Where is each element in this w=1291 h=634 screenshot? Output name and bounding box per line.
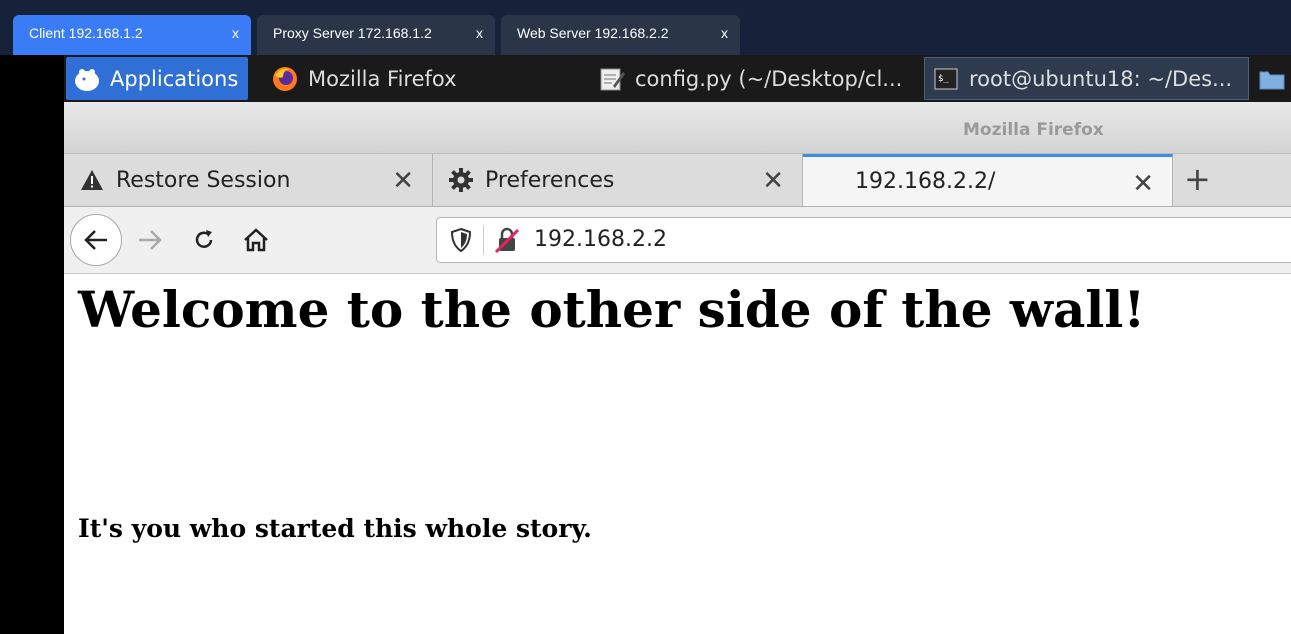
close-tab-icon[interactable]: ✕ [392,166,414,196]
close-icon[interactable]: x [476,25,483,41]
svg-text:$_: $_ [938,74,949,84]
close-tab-icon[interactable]: ✕ [1132,169,1154,199]
reload-icon [195,230,213,248]
firefox-icon [270,64,300,94]
url-text: 192.168.2.2 [534,227,667,252]
window-titlebar[interactable]: Mozilla Firefox [64,102,1291,154]
taskbar-item-label: root@ubuntu18: ~/Des... [969,66,1233,91]
new-tab-button[interactable]: + [1184,160,1211,198]
insecure-connection-icon[interactable] [493,226,521,254]
tab-label: 192.168.2.2/ [855,169,996,194]
xfce-logo-icon [72,64,102,94]
reload-button[interactable] [188,224,220,256]
tracking-protection-shield-icon[interactable] [449,227,473,253]
tab-preferences[interactable]: Preferences ✕ [433,154,803,206]
back-button[interactable] [70,214,122,266]
forward-button[interactable] [134,224,166,256]
remote-tab-proxy-server[interactable]: Proxy Server 172.168.1.2 x [257,15,495,55]
firefox-window: Mozilla Firefox Restore Session ✕ Prefer… [64,102,1291,634]
remote-tab-label: Proxy Server 172.168.1.2 [273,25,432,41]
taskbar-item-terminal[interactable]: $_ root@ubuntu18: ~/Des... [924,57,1249,100]
close-icon[interactable]: x [232,25,239,41]
page-heading: Welcome to the other side of the wall! [78,280,1146,339]
remote-tab-label: Client 192.168.1.2 [29,25,143,41]
tab-label: Restore Session [116,167,291,193]
applications-label: Applications [110,66,239,91]
close-icon[interactable]: x [721,25,728,41]
tab-label: Preferences [485,167,615,193]
browser-tab-strip: Restore Session ✕ Preferences ✕ 192.168.… [64,154,1291,207]
warning-icon [78,166,106,194]
page-subheading: It's you who started this whole story. [78,514,592,543]
text-editor-icon [597,64,627,94]
taskbar-item-file-manager[interactable] [1257,57,1291,100]
url-separator [483,225,484,255]
applications-menu-button[interactable]: Applications [66,57,248,100]
desktop-panel: Applications Mozilla Firefox config.py (… [64,55,1291,102]
terminal-icon: $_ [931,64,961,94]
remote-tab-client[interactable]: Client 192.168.1.2 x [13,15,251,55]
taskbar-item-label: config.py (~/Desktop/cl... [635,66,903,91]
home-button[interactable] [240,224,272,256]
folder-icon [1257,64,1287,94]
close-tab-icon[interactable]: ✕ [762,166,784,196]
taskbar-item-label: Mozilla Firefox [308,66,457,91]
gear-icon [447,166,475,194]
page-content: Welcome to the other side of the wall! I… [64,274,1291,634]
forward-arrow-icon [139,230,162,250]
home-icon [244,228,268,252]
taskbar-item-config-editor[interactable]: config.py (~/Desktop/cl... [597,57,917,100]
remote-tab-label: Web Server 192.168.2.2 [517,25,669,41]
back-arrow-icon [84,230,107,250]
navigation-toolbar: 192.168.2.2 [64,207,1291,274]
remote-session-tab-bar: Client 192.168.1.2 x Proxy Server 172.16… [0,0,1291,55]
tab-restore-session[interactable]: Restore Session ✕ [64,154,433,206]
remote-tab-web-server[interactable]: Web Server 192.168.2.2 x [501,15,740,55]
address-bar[interactable]: 192.168.2.2 [436,217,1291,263]
window-title: Mozilla Firefox [963,120,1104,140]
tab-active-page[interactable]: 192.168.2.2/ ✕ [803,154,1173,206]
taskbar-item-firefox[interactable]: Mozilla Firefox [270,57,570,100]
